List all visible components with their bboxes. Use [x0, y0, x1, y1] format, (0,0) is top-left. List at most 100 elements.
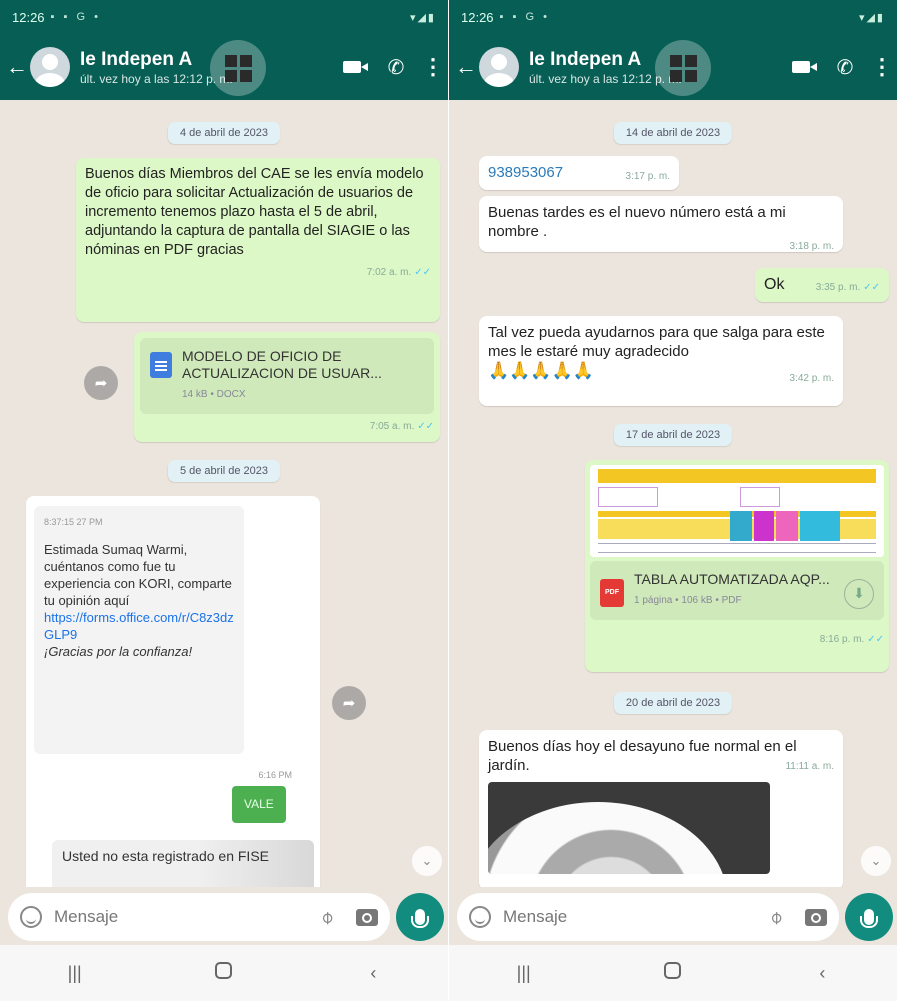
mic-button[interactable]: [845, 893, 893, 941]
status-time: 12:26: [461, 9, 494, 25]
system-nav-bar: ||| ‹: [449, 945, 897, 1001]
date-chip: 20 de abril de 2023: [613, 692, 733, 714]
document-icon: [150, 352, 172, 378]
back-button[interactable]: ‹: [792, 963, 852, 984]
message-bubble[interactable]: Buenos días Miembros del CAE se les enví…: [76, 158, 440, 322]
document-info: 1 página • 106 kB • PDF: [634, 595, 742, 606]
message-meta: 8:16 p. m. ✓✓: [590, 630, 884, 649]
document-bubble[interactable]: MODELO DE OFICIO DE ACTUALIZACION DE USU…: [134, 332, 440, 442]
video-call-icon[interactable]: [779, 45, 823, 89]
message-time: 3:35 p. m.: [815, 282, 861, 293]
document-name: TABLA AUTOMATIZADA AQP...: [634, 571, 830, 587]
message-list[interactable]: 14 de abril de 2023 938953067 3:17 p. m.…: [449, 100, 897, 887]
read-ticks-icon: ✓✓: [417, 421, 434, 432]
left-screenshot: 12:26 ▪ ▪ G • ▾◢▮ ← Ie Indepen A últ. ve…: [0, 0, 448, 1001]
forward-icon[interactable]: ➦: [84, 366, 118, 400]
photo-thumbnail[interactable]: [488, 782, 770, 874]
date-chip: 17 de abril de 2023: [613, 424, 733, 446]
embedded-header: 8:37:15 27 PM: [44, 517, 103, 527]
forward-icon[interactable]: ➦: [332, 686, 366, 720]
message-composer: ⌀: [8, 893, 390, 941]
scroll-down-icon[interactable]: ⌄: [412, 846, 442, 876]
recents-button[interactable]: |||: [45, 963, 105, 984]
embedded-message-2: Usted no esta registrado en FISE: [52, 840, 314, 887]
message-bubble[interactable]: 938953067 3:17 p. m.: [479, 156, 679, 190]
phone-icon[interactable]: ✆: [823, 45, 867, 89]
phone-number-link[interactable]: 938953067: [488, 164, 563, 181]
message-bubble[interactable]: 8:37:15 27 PM Estimada Sumaq Warmi, cuén…: [26, 496, 320, 887]
scroll-down-icon[interactable]: ⌄: [861, 846, 891, 876]
pdf-card[interactable]: PDF TABLA AUTOMATIZADA AQP... 1 página •…: [590, 561, 884, 620]
contact-name: Ie Indepen A: [529, 48, 642, 70]
document-card[interactable]: MODELO DE OFICIO DE ACTUALIZACION DE USU…: [140, 338, 434, 414]
message-input[interactable]: [54, 907, 314, 927]
back-arrow-icon[interactable]: ←: [453, 54, 479, 80]
more-icon[interactable]: ⋮: [867, 45, 897, 89]
emoji-icon[interactable]: [20, 906, 42, 928]
message-time: 11:11 a. m.: [785, 761, 834, 772]
message-text: Tal vez pueda ayudarnos para que salga p…: [488, 324, 825, 360]
attach-icon[interactable]: ⌀: [759, 900, 792, 933]
camera-icon[interactable]: [356, 908, 378, 926]
message-text: Ok: [764, 276, 785, 293]
pdf-thumbnail[interactable]: [590, 465, 884, 557]
message-input[interactable]: [503, 907, 763, 927]
document-info: 14 kB • DOCX: [182, 389, 246, 400]
message-time: 7:05 a. m.: [369, 421, 415, 432]
video-call-icon[interactable]: [330, 45, 374, 89]
date-chip: 5 de abril de 2023: [167, 460, 281, 482]
home-button[interactable]: [194, 962, 254, 984]
message-bubble[interactable]: Buenas tardes es el nuevo número está a …: [479, 196, 843, 252]
notification-icons: ▪ ▪ G •: [499, 11, 550, 23]
embedded-message: 8:37:15 27 PM Estimada Sumaq Warmi, cuén…: [34, 506, 244, 754]
home-button[interactable]: [643, 962, 703, 984]
embedded-time: 6:16 PM: [258, 770, 292, 780]
mic-icon: [860, 909, 878, 928]
emoji-icon[interactable]: [469, 906, 491, 928]
message-meta: 7:05 a. m. ✓✓: [140, 417, 434, 436]
chat-title-area[interactable]: Ie Indepen A últ. vez hoy a las 12:12 p.…: [80, 49, 330, 86]
signal-battery-icons: ▾◢▮: [409, 11, 436, 24]
message-bubble[interactable]: Ok 3:35 p. m. ✓✓: [755, 268, 889, 302]
avatar[interactable]: [30, 47, 70, 87]
read-ticks-icon: ✓✓: [867, 634, 884, 645]
attach-icon[interactable]: ⌀: [310, 900, 343, 933]
mic-icon: [411, 909, 429, 928]
phone-icon[interactable]: ✆: [374, 45, 418, 89]
grid-overlay-icon: [210, 40, 266, 96]
chat-title-area[interactable]: Ie Indepen A últ. vez hoy a las 12:12 p.…: [529, 49, 779, 86]
vale-button[interactable]: VALE: [232, 786, 286, 823]
camera-icon[interactable]: [805, 908, 827, 926]
message-bubble[interactable]: Tal vez pueda ayudarnos para que salga p…: [479, 316, 843, 406]
status-bar: 12:26 ▪ ▪ G • ▾◢▮: [0, 0, 448, 34]
date-chip: 14 de abril de 2023: [613, 122, 733, 144]
thanks-text: ¡Gracias por la confianza!: [44, 644, 193, 659]
signal-battery-icons: ▾◢▮: [858, 11, 885, 24]
embedded-text: Usted no esta registrado en FISE: [62, 848, 269, 864]
date-chip: 4 de abril de 2023: [167, 122, 281, 144]
back-button[interactable]: ‹: [343, 963, 403, 984]
embedded-text: Estimada Sumaq Warmi, cuéntanos como fue…: [44, 542, 232, 608]
message-text: Buenos días Miembros del CAE se les enví…: [85, 166, 424, 258]
pdf-bubble[interactable]: PDF TABLA AUTOMATIZADA AQP... 1 página •…: [585, 460, 889, 672]
message-list[interactable]: 4 de abril de 2023 Buenos días Miembros …: [0, 100, 448, 887]
message-time: 8:16 p. m.: [819, 634, 865, 645]
download-icon[interactable]: ⬇: [844, 578, 874, 609]
last-seen: últ. vez hoy a las 12:12 p. m.: [529, 71, 682, 86]
message-bubble[interactable]: Buenos días hoy el desayuno fue normal e…: [479, 730, 843, 887]
message-meta: 3:35 p. m. ✓✓: [816, 278, 880, 297]
survey-link[interactable]: https://forms.office.com/r/C8z3dzGLP9: [44, 609, 234, 643]
avatar[interactable]: [479, 47, 519, 87]
more-icon[interactable]: ⋮: [418, 45, 448, 89]
status-time: 12:26: [12, 9, 45, 25]
message-meta: 7:02 a. m. ✓✓: [85, 263, 431, 282]
message-composer: ⌀: [457, 893, 839, 941]
recents-button[interactable]: |||: [494, 963, 554, 984]
message-text: Buenas tardes es el nuevo número está a …: [488, 204, 786, 240]
back-arrow-icon[interactable]: ←: [4, 54, 30, 80]
status-bar: 12:26 ▪ ▪ G • ▾◢▮: [449, 0, 897, 34]
mic-button[interactable]: [396, 893, 444, 941]
last-seen: últ. vez hoy a las 12:12 p. m.: [80, 71, 233, 86]
message-time: 7:02 a. m.: [366, 267, 412, 278]
system-nav-bar: ||| ‹: [0, 945, 448, 1001]
